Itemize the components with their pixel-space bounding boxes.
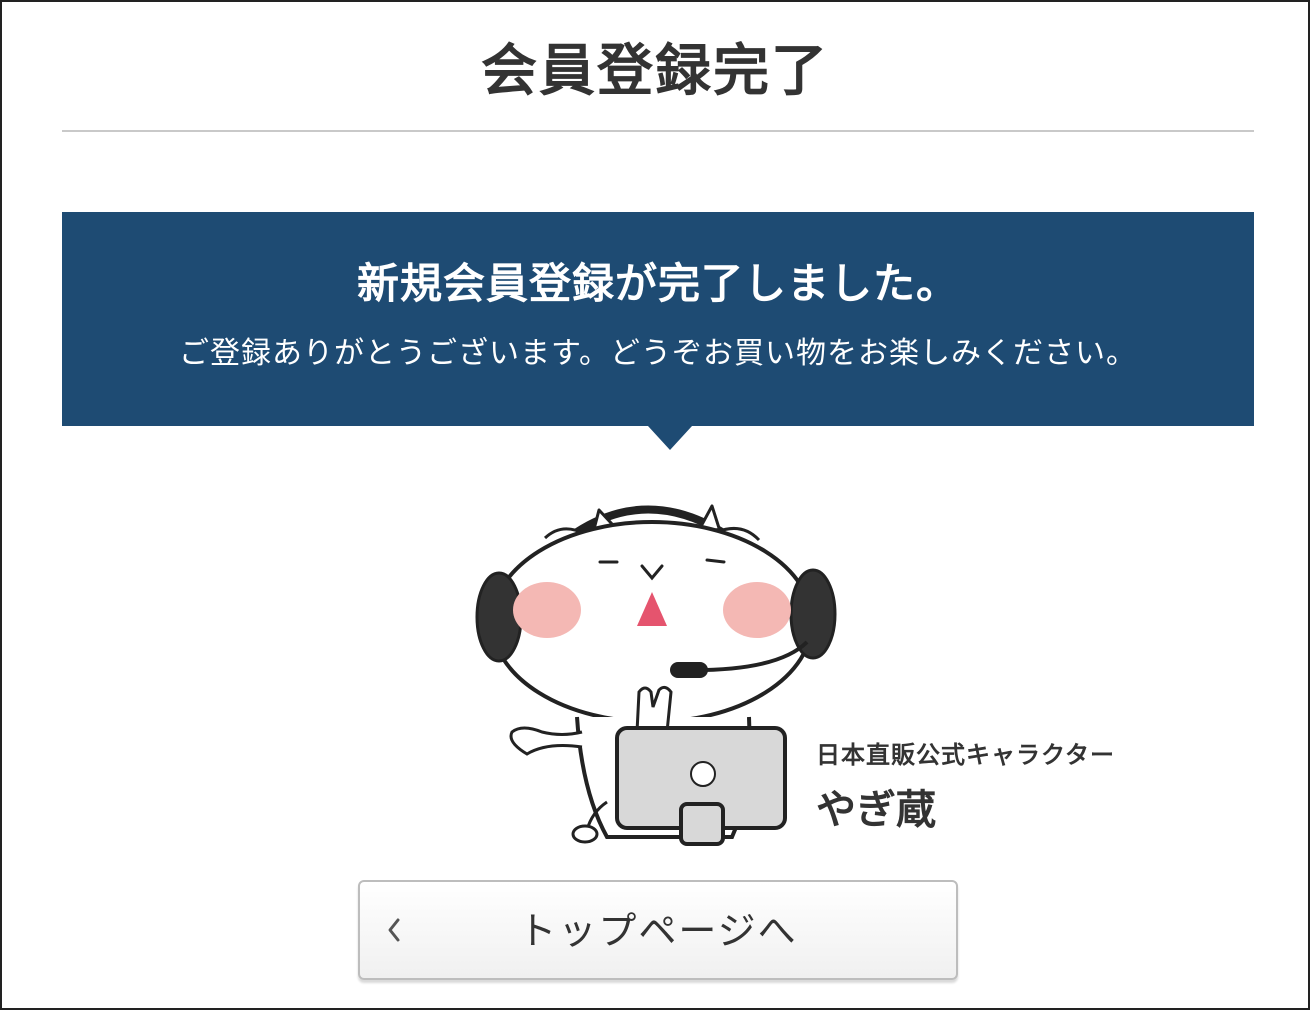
completion-banner: 新規会員登録が完了しました。 ご登録ありがとうございます。どうぞお買い物をお楽し… xyxy=(62,212,1254,426)
banner-heading: 新規会員登録が完了しました。 xyxy=(356,259,959,308)
page-title: 会員登録完了 xyxy=(481,39,829,104)
top-page-button-label: トップページへ xyxy=(518,909,798,953)
character-subtitle: 日本直販公式キャラクター xyxy=(816,741,1116,769)
goat-mascot-icon xyxy=(475,504,837,846)
page-frame: 会員登録完了 新規会員登録が完了しました。 ご登録ありがとうございます。どうぞお… xyxy=(0,0,1310,1010)
mascot-illustration xyxy=(467,492,857,862)
banner-pointer xyxy=(648,426,692,450)
character-name: やぎ蔵 xyxy=(816,787,936,833)
character-caption: 日本直販公式キャラクター やぎ蔵 xyxy=(816,738,1115,834)
title-divider xyxy=(62,130,1254,132)
top-page-button[interactable]: トップページへ xyxy=(358,880,958,980)
banner-message: ご登録ありがとうございます。どうぞお買い物をお楽しみください。 xyxy=(179,336,1137,371)
